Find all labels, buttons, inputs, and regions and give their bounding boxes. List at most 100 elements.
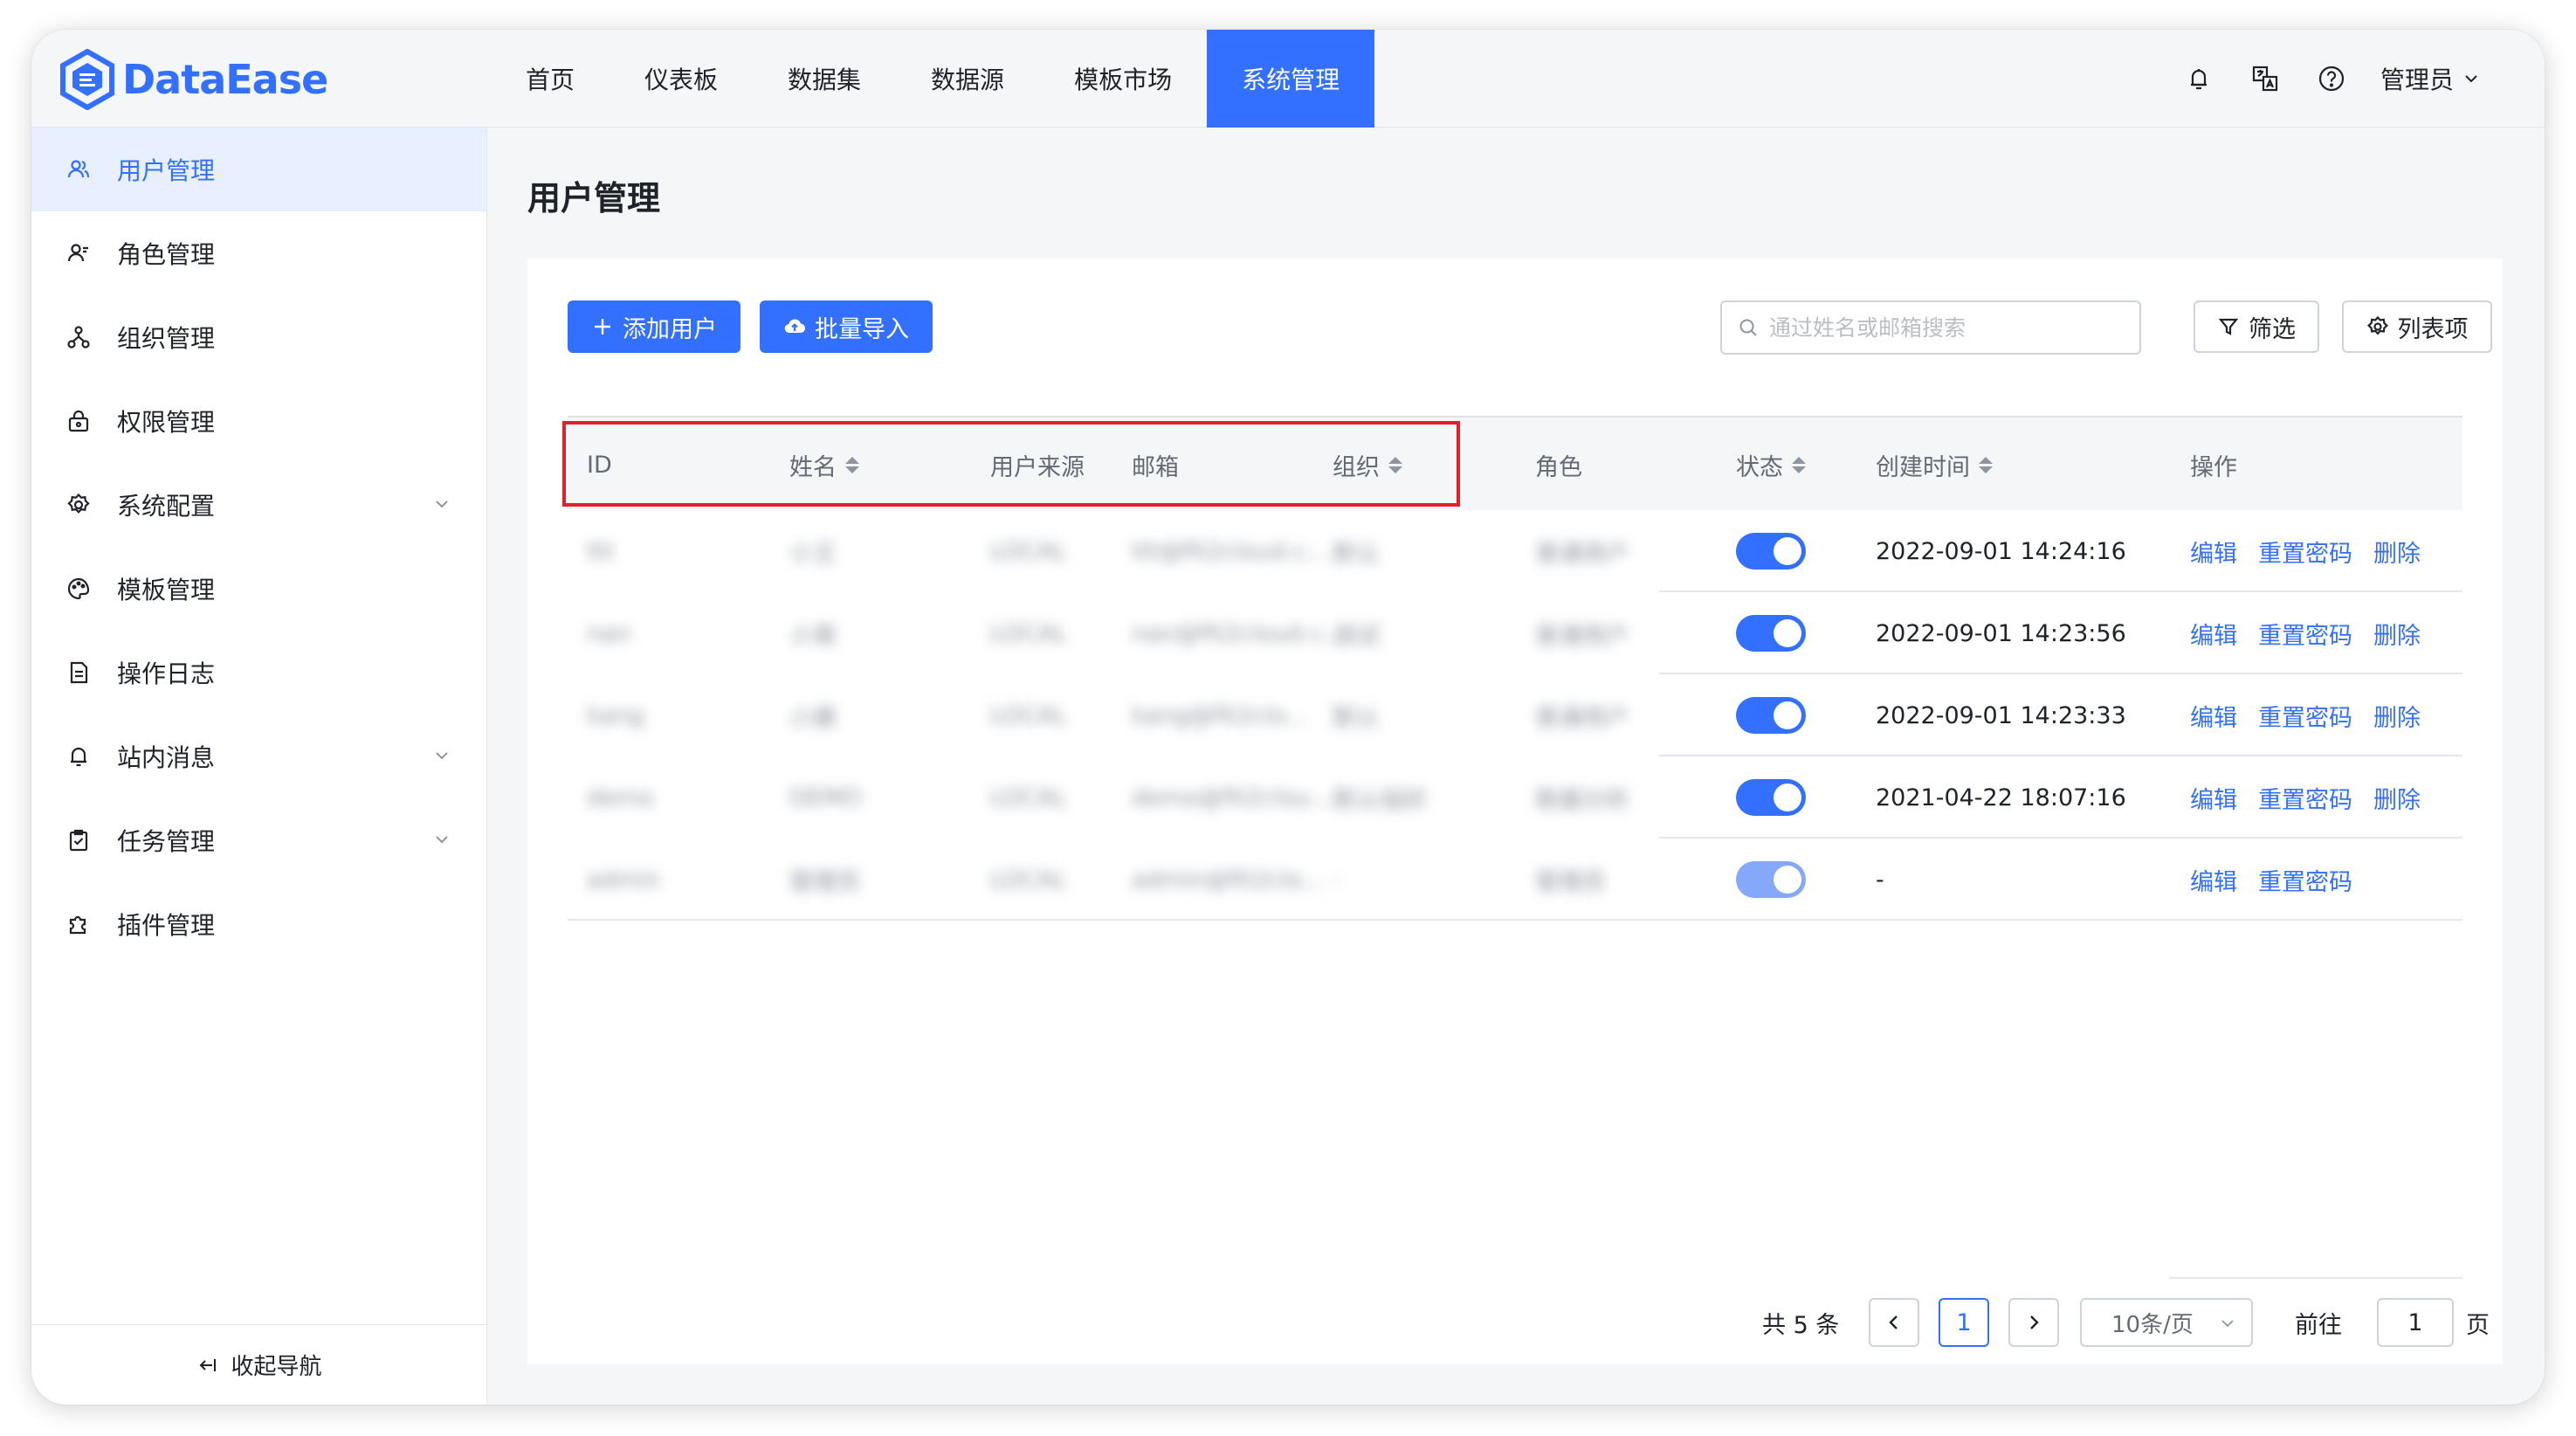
reset-password-link[interactable]: 重置密码 [2258,863,2352,897]
sidebar-item-label: 系统配置 [117,492,216,521]
delete-link[interactable]: 删除 [2373,699,2421,733]
chevron-down-icon [2465,75,2477,83]
delete-link[interactable]: 删除 [2373,781,2421,815]
cell-id: nan [587,619,631,647]
table-row: admin 管理员 LOCAL admin@fit2clo... - 管理员 -… [568,839,2462,921]
column-header-org[interactable]: 组织 [1333,418,1402,512]
table-row: nan 小南 LOCAL nan@fit2cloud.c... 测试 普通用户 … [568,592,2462,674]
cell-id: admin [587,866,661,894]
cell-org: 默认 [1333,704,1380,732]
task-icon [66,828,91,853]
lock-icon [66,409,91,433]
edit-link[interactable]: 编辑 [2190,535,2237,569]
column-header-name[interactable]: 姓名 [789,418,859,512]
next-page-button[interactable] [2008,1298,2059,1347]
main-nav: 首页 仪表板 数据集 数据源 模板市场 系统管理 [491,30,1375,128]
cell-org: - [1333,866,1341,894]
chevron-left-icon [1889,1315,1898,1329]
cell-id: demo [587,784,654,811]
sidebar-item-label: 操作日志 [117,659,216,688]
collapse-nav-button[interactable]: 收起导航 [31,1324,486,1405]
column-settings-button[interactable]: 列表项 [2342,300,2492,353]
sort-icon[interactable] [1388,456,1402,473]
edit-link[interactable]: 编辑 [2190,699,2237,733]
status-toggle[interactable] [1736,615,1806,652]
sort-icon[interactable] [1979,456,1993,473]
logo[interactable]: DataEase [59,49,328,110]
dataease-logo-icon [60,49,114,110]
status-toggle[interactable] [1736,697,1806,734]
sort-icon[interactable] [1792,456,1806,473]
edit-link[interactable]: 编辑 [2190,863,2237,897]
nav-item-datasource[interactable]: 数据源 [896,30,1039,128]
column-header-status[interactable]: 状态 [1736,418,1806,512]
add-user-button[interactable]: 添加用户 [568,300,740,353]
sidebar-item-label: 模板管理 [117,576,216,604]
cell-name: 管理员 [789,868,860,896]
help-icon[interactable] [2314,61,2349,96]
delete-link[interactable]: 删除 [2373,617,2421,651]
sidebar-item-label: 任务管理 [117,827,216,856]
cell-role: 数据分析 [1535,786,1629,814]
sidebar-item-operation-log[interactable]: 操作日志 [31,631,486,715]
translate-icon[interactable] [2248,61,2283,96]
cell-id: kang [587,701,644,729]
batch-import-button[interactable]: 批量导入 [760,300,933,353]
sidebar-item-task-management[interactable]: 任务管理 [31,798,486,882]
sidebar-item-permission-management[interactable]: 权限管理 [31,379,486,463]
nav-item-system-admin[interactable]: 系统管理 [1207,30,1375,128]
page-number-button[interactable]: 1 [1939,1298,1989,1347]
table-row: kang 小康 LOCAL kang@fit2clo... 默认 普通用户 20… [568,674,2462,756]
nav-item-home[interactable]: 首页 [491,30,610,128]
page-size-select[interactable]: 10条/页 [2080,1298,2253,1347]
sidebar-item-label: 组织管理 [117,324,216,353]
edit-link[interactable]: 编辑 [2190,781,2237,815]
sort-icon[interactable] [845,456,859,473]
column-header-id: ID [587,418,612,512]
sidebar-item-role-management[interactable]: 角色管理 [31,211,486,295]
filter-button[interactable]: 筛选 [2194,300,2319,353]
sidebar-item-template-management[interactable]: 模板管理 [31,547,486,631]
log-icon [66,660,91,685]
cell-id: ttt [587,537,615,565]
cell-email: nan@fit2cloud.c... [1132,619,1346,647]
nav-item-dashboard[interactable]: 仪表板 [610,30,753,128]
app-window: DataEase 首页 仪表板 数据集 数据源 模板市场 系统管理 管理员 用户… [31,30,2545,1405]
nav-item-dataset[interactable]: 数据集 [753,30,896,128]
users-icon [66,157,91,182]
bell-icon [66,744,91,769]
nav-item-template-market[interactable]: 模板市场 [1039,30,1207,128]
sidebar-item-label: 用户管理 [117,156,216,185]
sidebar-item-plugin-management[interactable]: 插件管理 [31,882,486,966]
column-header-label: 状态 [1736,453,1783,481]
search-field[interactable] [1720,300,2141,355]
reset-password-link[interactable]: 重置密码 [2258,535,2352,569]
sidebar-item-user-management[interactable]: 用户管理 [31,128,486,211]
cell-email: demo@fit2clou... [1132,784,1333,811]
prev-page-button[interactable] [1869,1298,1919,1347]
sidebar-item-org-management[interactable]: 组织管理 [31,295,486,379]
cell-created: - [1876,866,1884,894]
sidebar-item-site-messages[interactable]: 站内消息 [31,715,486,798]
reset-password-link[interactable]: 重置密码 [2258,699,2352,733]
search-input[interactable] [1769,314,2118,341]
edit-link[interactable]: 编辑 [2190,617,2237,651]
reset-password-link[interactable]: 重置密码 [2258,781,2352,815]
cell-email: admin@fit2clo... [1132,866,1325,894]
reset-password-link[interactable]: 重置密码 [2258,617,2352,651]
user-menu[interactable]: 管理员 [2380,61,2480,96]
cell-name: DEMO [789,784,862,811]
delete-link[interactable]: 删除 [2373,535,2421,569]
notification-bell-icon[interactable] [2181,61,2216,96]
goto-page-input[interactable] [2377,1298,2454,1347]
sidebar-item-system-config[interactable]: 系统配置 [31,463,486,547]
search-icon [1739,319,1757,336]
palette-icon [66,576,91,601]
sidebar-item-label: 权限管理 [117,408,216,437]
cell-role: 普通用户 [1535,704,1629,732]
cell-source: LOCAL [990,619,1067,647]
column-header-created[interactable]: 创建时间 [1876,418,1993,512]
status-toggle[interactable] [1736,779,1806,816]
status-toggle[interactable] [1736,533,1806,570]
table-row: ttt 小王 LOCAL ttt@fit2cloud.c... 默认 普通用户 … [568,510,2462,592]
